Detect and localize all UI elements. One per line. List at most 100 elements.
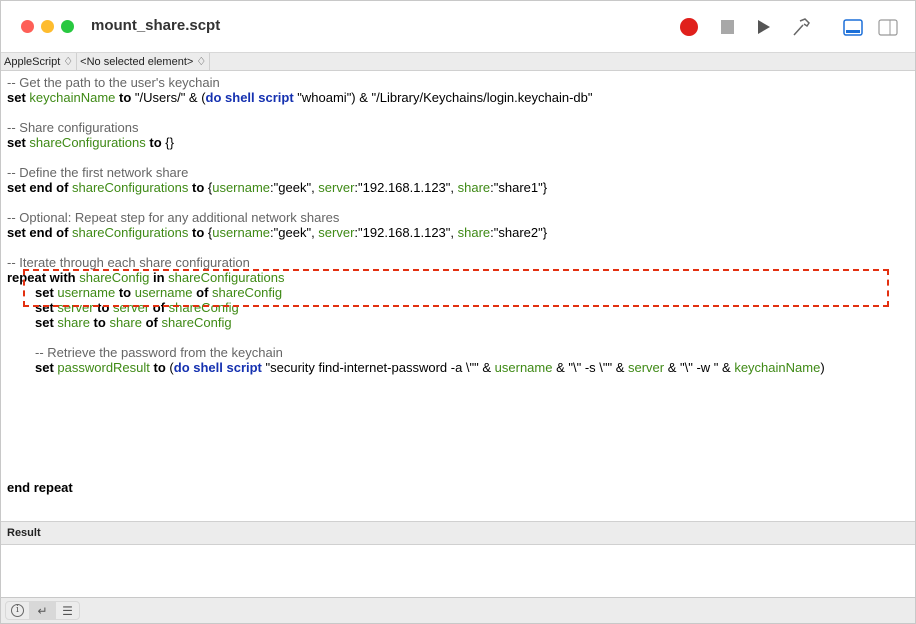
minimize-button[interactable] [41, 20, 54, 33]
code-token-var: share [457, 180, 491, 195]
code-line: -- Share configurations [7, 120, 907, 135]
code-token-kw: to [188, 180, 208, 195]
code-token-cmt: -- Get the path to the user's keychain [7, 75, 220, 90]
hammer-icon [793, 18, 810, 36]
code-line: end repeat [7, 480, 907, 495]
code-line: set passwordResult to (do shell script "… [7, 360, 907, 375]
code-token-var: keychainName [734, 360, 821, 375]
code-token-kw: set end of [7, 180, 73, 195]
run-button[interactable] [754, 17, 774, 37]
code-token-var: share [109, 315, 142, 330]
element-selector[interactable]: <No selected element> ♢ [77, 53, 211, 70]
code-token-cmt: -- Iterate through each share configurat… [7, 255, 250, 270]
record-button[interactable] [679, 17, 699, 37]
code-token-kw: to [149, 360, 170, 375]
code-line: -- Iterate through each share configurat… [7, 255, 907, 270]
code-token-txt: :"192.168.1.123", [354, 180, 458, 195]
code-token-var: shareConfig [161, 315, 232, 330]
result-header: Result [1, 521, 915, 545]
code-token-kw: set [7, 90, 30, 105]
code-token-txt: "whoami") & "/Library/Keychains/login.ke… [293, 90, 593, 105]
compile-button[interactable] [791, 17, 811, 37]
close-button[interactable] [21, 20, 34, 33]
bottom-panel-icon [843, 18, 863, 36]
navigation-bar: AppleScript ♢ <No selected element> ♢ [1, 53, 915, 71]
code-token-var: keychainName [29, 90, 116, 105]
code-token-var: username [494, 360, 553, 375]
code-token-txt: ) [820, 360, 825, 375]
code-token-cmt: -- Share configurations [7, 120, 139, 135]
run-icon [758, 20, 770, 34]
code-line: set end of shareConfigurations to {usern… [7, 180, 907, 195]
code-token-kw: to [188, 225, 208, 240]
code-token-var: shareConfigurations [29, 135, 146, 150]
code-token-txt: & "\" -s \"" & [552, 360, 628, 375]
highlight-box [23, 269, 889, 307]
log-button[interactable]: ☰ [55, 601, 80, 620]
code-token-cmt: -- Retrieve the password from the keycha… [35, 345, 283, 360]
code-token-var: shareConfigurations [72, 225, 189, 240]
code-token-kw: end repeat [7, 480, 73, 495]
code-token-txt: :"share1"} [490, 180, 548, 195]
script-editor-window: mount_share.scpt AppleScript ♢ <No selec… [0, 0, 916, 624]
language-selector[interactable]: AppleScript ♢ [1, 53, 78, 70]
zoom-button[interactable] [61, 20, 74, 33]
code-line: set end of shareConfigurations to {usern… [7, 225, 907, 240]
side-panel-icon [878, 18, 898, 36]
description-button[interactable]: i [5, 601, 30, 620]
code-token-kw: set end of [7, 225, 73, 240]
code-token-kw: to [145, 135, 166, 150]
code-line: set keychainName to "/Users/" & (do shel… [7, 90, 907, 105]
code-token-cmd: do shell script [173, 360, 262, 375]
code-token-var: username [212, 225, 271, 240]
window-title: mount_share.scpt [91, 17, 221, 34]
code-token-cmd: do shell script [205, 90, 294, 105]
code-token-txt: "security find-internet-password -a \"" … [261, 360, 495, 375]
code-token-txt: {} [165, 135, 174, 150]
code-token-txt: "/Users/" & ( [134, 90, 206, 105]
code-token-var: server [628, 360, 665, 375]
code-token-var: passwordResult [57, 360, 150, 375]
code-token-cmt: -- Define the first network share [7, 165, 189, 180]
code-line: -- Get the path to the user's keychain [7, 75, 907, 90]
code-token-txt: :"share2"} [490, 225, 548, 240]
record-icon [680, 18, 698, 36]
code-line: set share to share of shareConfig [7, 315, 907, 330]
return-arrow-icon: ↵ [37, 603, 48, 618]
code-token-txt: :"geek", [270, 225, 319, 240]
code-token-txt: & "\" -w " & [664, 360, 735, 375]
code-token-kw: of [141, 315, 162, 330]
code-line: -- Retrieve the password from the keycha… [7, 345, 907, 360]
code-line: -- Optional: Repeat step for any additio… [7, 210, 907, 225]
result-area[interactable] [1, 545, 915, 597]
code-token-var: server [318, 180, 355, 195]
code-token-kw: set [7, 135, 30, 150]
title-bar: mount_share.scpt [1, 1, 915, 53]
code-token-kw: set [35, 315, 58, 330]
code-token-kw: set [35, 360, 58, 375]
code-token-var: share [57, 315, 90, 330]
code-line: set shareConfigurations to {} [7, 135, 907, 150]
code-token-var: shareConfigurations [72, 180, 189, 195]
code-line: -- Define the first network share [7, 165, 907, 180]
bottom-bar: i ↵ ☰ [1, 597, 915, 623]
code-token-kw: to [89, 315, 110, 330]
stop-button[interactable] [717, 17, 737, 37]
code-token-txt: :"192.168.1.123", [354, 225, 458, 240]
stop-icon [720, 20, 734, 34]
show-side-panel-button[interactable] [878, 17, 898, 37]
result-button[interactable]: ↵ [30, 601, 55, 620]
info-icon: i [11, 604, 24, 617]
show-bottom-panel-button[interactable] [843, 17, 863, 37]
